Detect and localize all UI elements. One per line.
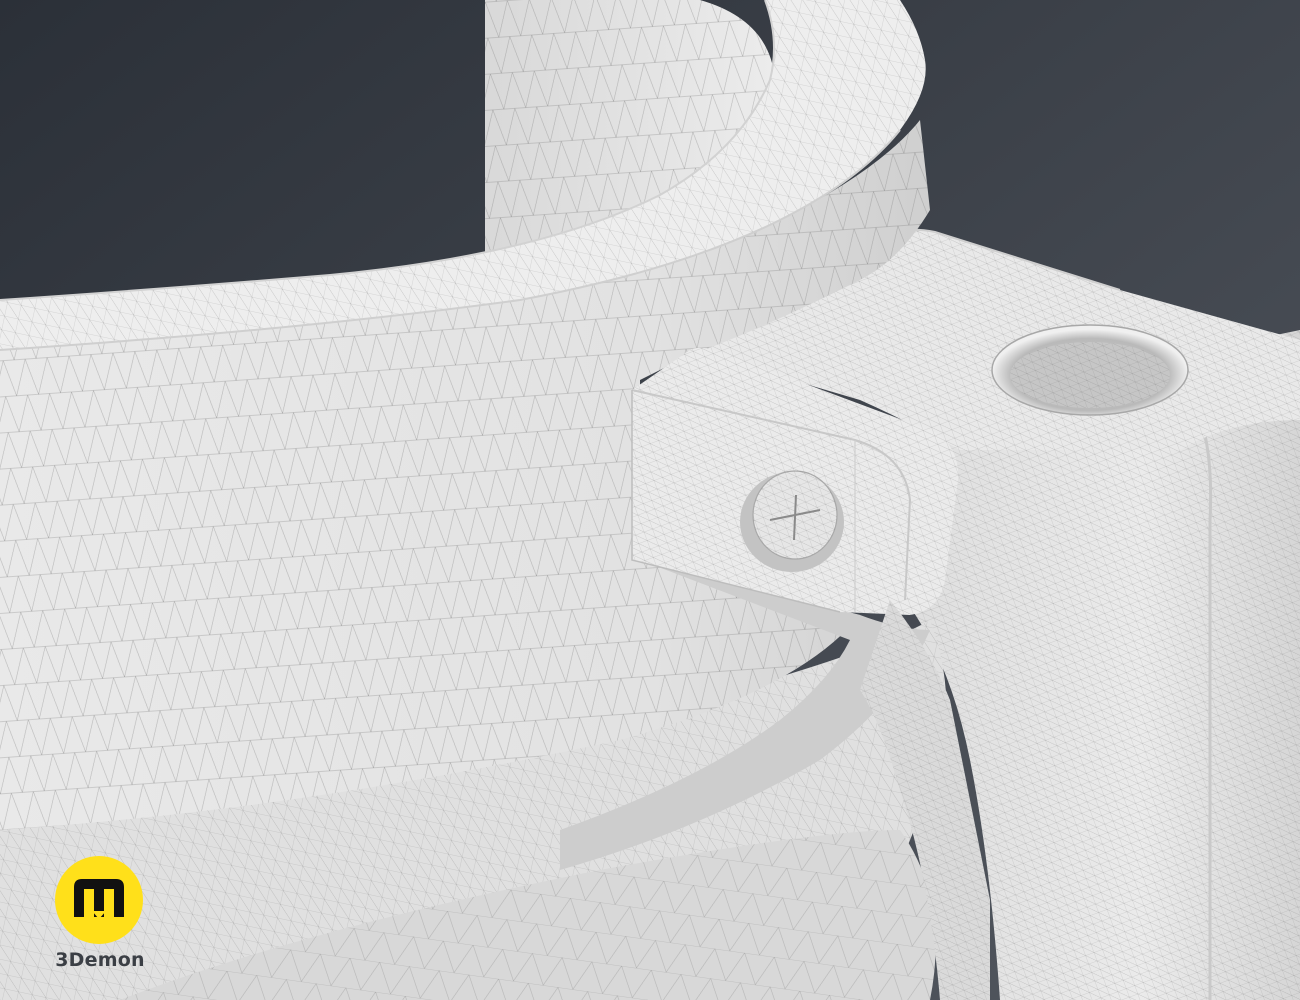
brand-name: 3Demon	[55, 949, 145, 971]
3demon-logo-icon	[55, 856, 143, 944]
render-viewport: 3Demon	[0, 0, 1300, 1000]
wireframe-render	[0, 0, 1300, 1000]
mounting-hole	[991, 324, 1189, 416]
brand-watermark: 3Demon	[40, 855, 160, 975]
